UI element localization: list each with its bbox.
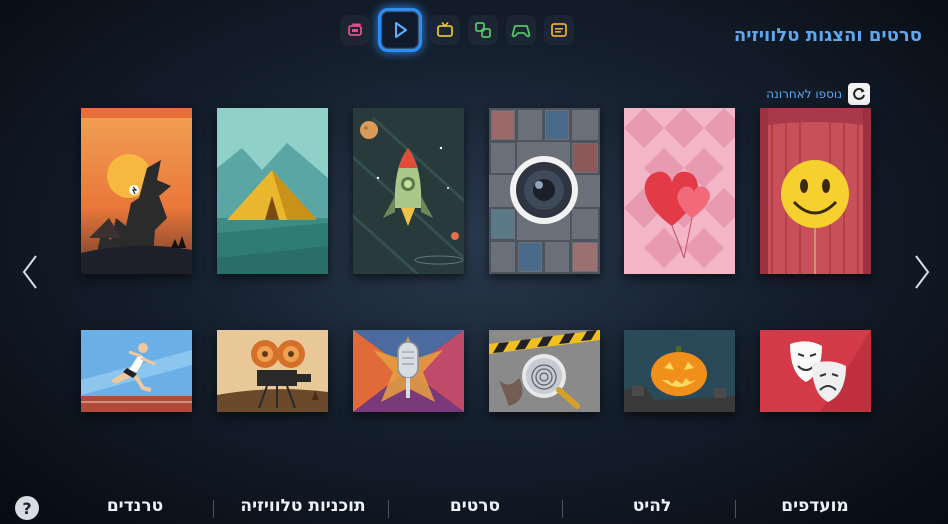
- nav-divider: [213, 500, 214, 518]
- play-icon[interactable]: [378, 8, 422, 52]
- recently-added: נוספו לאחרונה: [766, 83, 870, 105]
- refresh-icon[interactable]: [848, 83, 870, 105]
- nav-divider: [735, 500, 736, 518]
- rocket-tile[interactable]: [353, 108, 464, 274]
- page-title: סרטים והצגות טלוויזיה: [733, 25, 922, 46]
- magnifier-fingerprint-icon: [489, 330, 600, 412]
- scroll-left-arrow-icon[interactable]: [18, 250, 42, 294]
- camera-lens-icon: [489, 108, 600, 274]
- source-icon[interactable]: [468, 15, 498, 45]
- drama-masks-tile[interactable]: [760, 330, 871, 412]
- help-button[interactable]: ?: [15, 496, 39, 520]
- film-projector-tile[interactable]: [217, 330, 328, 412]
- bottom-navigation: מועדפים להיט סרטים תוכניות טלוויזיה טרנד…: [0, 492, 948, 524]
- guide-icon[interactable]: [544, 15, 574, 45]
- smiley-balloon-icon: [760, 108, 871, 274]
- theater-masks-icon: [760, 330, 871, 412]
- nav-hits[interactable]: להיט: [633, 496, 672, 516]
- heart-balloons-icon: [624, 108, 735, 274]
- comedy-smiley-tile[interactable]: [760, 108, 871, 274]
- category-icon-bar: [340, 8, 574, 52]
- tent-tile[interactable]: [217, 108, 328, 274]
- halloween-pumpkin-tile[interactable]: [624, 330, 735, 412]
- nav-movies[interactable]: סרטים: [450, 496, 500, 516]
- gamepad-icon[interactable]: [506, 15, 536, 45]
- music-microphone-tile[interactable]: [353, 330, 464, 412]
- sports-runner-tile[interactable]: [81, 330, 192, 412]
- top-bar: סרטים והצגות טלוויזיה: [0, 0, 948, 60]
- smart-hub-screen: סרטים והצגות טלוויזיה נוספו לאחרונה מועד…: [0, 0, 948, 524]
- projector-icon: [217, 330, 328, 412]
- microphone-star-icon: [353, 330, 464, 412]
- scroll-right-arrow-icon[interactable]: [910, 250, 934, 294]
- recently-added-label: נוספו לאחרונה: [766, 87, 842, 101]
- nav-favorites[interactable]: מועדפים: [781, 496, 848, 516]
- crime-fingerprint-tile[interactable]: [489, 330, 600, 412]
- nav-tv-programs[interactable]: תוכניות טלוויזיה: [240, 496, 365, 516]
- nav-divider: [388, 500, 389, 518]
- rocket-icon: [353, 108, 464, 274]
- nav-trends[interactable]: טרנדים: [107, 496, 163, 516]
- multiview-icon[interactable]: [340, 15, 370, 45]
- eagle-tile[interactable]: [81, 108, 192, 274]
- tent-icon: [217, 108, 328, 274]
- tv-icon[interactable]: [430, 15, 460, 45]
- runner-icon: [81, 330, 192, 412]
- nav-divider: [562, 500, 563, 518]
- romance-hearts-tile[interactable]: [624, 108, 735, 274]
- camera-lens-tile[interactable]: [489, 108, 600, 274]
- eagle-icon: [81, 108, 192, 274]
- pumpkin-icon: [624, 330, 735, 412]
